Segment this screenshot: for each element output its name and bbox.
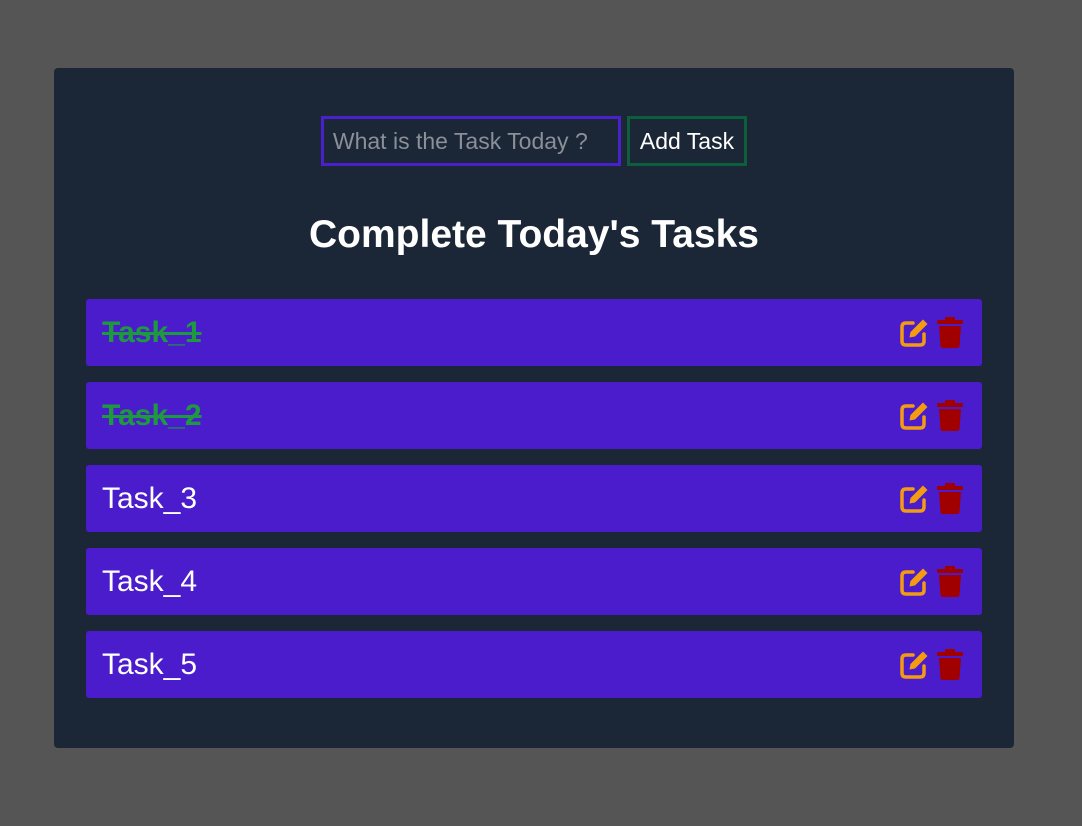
task-label[interactable]: Task_1 xyxy=(102,316,202,350)
task-actions xyxy=(898,482,964,515)
add-task-button[interactable]: Add Task xyxy=(626,116,748,166)
task-actions xyxy=(898,316,964,349)
page-title: Complete Today's Tasks xyxy=(309,213,759,256)
trash-icon[interactable] xyxy=(936,316,964,349)
trash-icon[interactable] xyxy=(936,565,964,598)
edit-icon[interactable] xyxy=(898,566,930,598)
task-actions xyxy=(898,399,964,432)
task-item: Task_2 xyxy=(86,382,982,449)
trash-icon[interactable] xyxy=(936,399,964,432)
task-item: Task_1 xyxy=(86,299,982,366)
task-actions xyxy=(898,565,964,598)
edit-icon[interactable] xyxy=(898,400,930,432)
task-label[interactable]: Task_2 xyxy=(102,399,202,433)
task-item: Task_3 xyxy=(86,465,982,532)
edit-icon[interactable] xyxy=(898,483,930,515)
trash-icon[interactable] xyxy=(936,482,964,515)
trash-icon[interactable] xyxy=(936,648,964,681)
task-actions xyxy=(898,648,964,681)
task-label[interactable]: Task_5 xyxy=(102,648,197,682)
task-item: Task_5 xyxy=(86,631,982,698)
add-task-form: Add Task xyxy=(54,116,1014,166)
todo-app-panel: Add Task Complete Today's Tasks Task_1 T… xyxy=(54,68,1014,748)
edit-icon[interactable] xyxy=(898,317,930,349)
task-list: Task_1 Task_2 Task_3 Task_4 Task_5 xyxy=(86,299,982,714)
edit-icon[interactable] xyxy=(898,649,930,681)
task-label[interactable]: Task_4 xyxy=(102,565,197,599)
task-item: Task_4 xyxy=(86,548,982,615)
task-input[interactable] xyxy=(320,116,621,166)
task-label[interactable]: Task_3 xyxy=(102,482,197,516)
